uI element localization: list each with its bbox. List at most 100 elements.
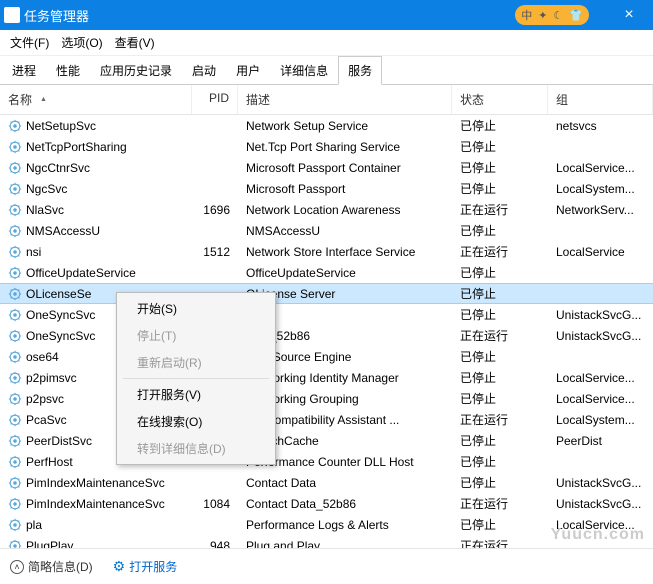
service-desc: Contact Data xyxy=(238,476,452,490)
service-row[interactable]: nsi1512Network Store Interface Service正在… xyxy=(0,241,653,262)
service-desc: OfficeUpdateService xyxy=(238,266,452,280)
service-group: PeerDist xyxy=(548,434,653,448)
window-title: 任务管理器 xyxy=(24,6,515,25)
service-group: LocalSystem... xyxy=(548,182,653,196)
service-row[interactable]: p2pimsvcNetworking Identity Manager已停止Lo… xyxy=(0,367,653,388)
service-icon xyxy=(8,371,22,385)
header-status[interactable]: 状态 xyxy=(452,85,548,114)
tabs: 进程 性能 应用历史记录 启动 用户 详细信息 服务 xyxy=(0,56,653,85)
menu-file[interactable]: 文件(F) xyxy=(6,32,53,53)
watermark: Yuucn.com xyxy=(551,526,645,544)
close-button[interactable]: × xyxy=(609,6,649,24)
ctx-open-services[interactable]: 打开服务(V) xyxy=(119,381,273,408)
service-icon xyxy=(8,455,22,469)
service-name: PeerDistSvc xyxy=(26,434,92,448)
service-icon xyxy=(8,392,22,406)
service-name: OneSyncSvc xyxy=(26,329,95,343)
service-group: LocalService xyxy=(548,245,653,259)
service-status: 已停止 xyxy=(452,348,548,365)
header-desc[interactable]: 描述 xyxy=(238,85,452,114)
fewer-details-link[interactable]: ˄ 简略信息(D) xyxy=(10,558,93,575)
service-desc: Net.Tcp Port Sharing Service xyxy=(238,140,452,154)
service-row[interactable]: OneSyncSvc主机已停止UnistackSvcG... xyxy=(0,304,653,325)
service-name: OneSyncSvc xyxy=(26,308,95,322)
service-desc: Network Location Awareness xyxy=(238,203,452,217)
service-icon xyxy=(8,266,22,280)
service-status: 已停止 xyxy=(452,453,548,470)
tab-startup[interactable]: 启动 xyxy=(182,56,226,85)
service-row[interactable]: OfficeUpdateServiceOfficeUpdateService已停… xyxy=(0,262,653,283)
service-desc: Performance Logs & Alerts xyxy=(238,518,452,532)
tab-performance[interactable]: 性能 xyxy=(46,56,90,85)
service-icon xyxy=(8,476,22,490)
service-row[interactable]: OneSyncSvc主机_52b86正在运行UnistackSvcG... xyxy=(0,325,653,346)
chevron-up-icon: ˄ xyxy=(10,560,24,574)
service-status: 已停止 xyxy=(452,180,548,197)
ctx-start[interactable]: 开始(S) xyxy=(119,295,273,322)
menubar: 文件(F) 选项(O) 查看(V) xyxy=(0,30,653,56)
service-status: 已停止 xyxy=(452,516,548,533)
service-desc: Microsoft Passport xyxy=(238,182,452,196)
service-row[interactable]: OLicenseSeOLicense Server已停止 xyxy=(0,283,653,304)
service-group: UnistackSvcG... xyxy=(548,476,653,490)
service-icon xyxy=(8,119,22,133)
tab-services[interactable]: 服务 xyxy=(338,56,382,85)
service-status: 已停止 xyxy=(452,117,548,134)
service-name: NlaSvc xyxy=(26,203,64,217)
menu-view[interactable]: 查看(V) xyxy=(111,32,159,53)
service-row[interactable]: NetSetupSvcNetwork Setup Service已停止netsv… xyxy=(0,115,653,136)
service-status: 已停止 xyxy=(452,390,548,407)
header-pid[interactable]: PID xyxy=(192,85,238,114)
service-row[interactable]: PimIndexMaintenanceSvc Contact Data已停止Uni… xyxy=(0,472,653,493)
service-pid: 1512 xyxy=(192,245,238,259)
service-icon xyxy=(8,203,22,217)
service-name: NgcSvc xyxy=(26,182,67,196)
header-name[interactable]: 名称▲ xyxy=(0,85,192,114)
service-row[interactable]: NgcCtnrSvcMicrosoft Passport Container已停… xyxy=(0,157,653,178)
service-name: NetTcpPortSharing xyxy=(26,140,127,154)
ctx-search-online[interactable]: 在线搜索(O) xyxy=(119,408,273,435)
service-row[interactable]: NgcSvc Microsoft Passport已停止LocalSystem..… xyxy=(0,178,653,199)
service-icon xyxy=(8,413,22,427)
service-name: PimIndexMaintenanceSvc xyxy=(26,497,165,511)
tab-details[interactable]: 详细信息 xyxy=(270,56,338,85)
service-row[interactable]: PimIndexMaintenanceSvc1084Contact Data_5… xyxy=(0,493,653,514)
service-group: UnistackSvcG... xyxy=(548,329,653,343)
header-group[interactable]: 组 xyxy=(548,85,653,114)
service-row[interactable]: PcaSvcam Compatibility Assistant ...正在运行… xyxy=(0,409,653,430)
service-row[interactable]: ose64e 64 Source Engine已停止 xyxy=(0,346,653,367)
service-name: NetSetupSvc xyxy=(26,119,96,133)
service-name: PcaSvc xyxy=(26,413,67,427)
service-icon xyxy=(8,161,22,175)
service-row[interactable]: p2psvcNetworking Grouping已停止LocalService… xyxy=(0,388,653,409)
tab-app-history[interactable]: 应用历史记录 xyxy=(90,56,182,85)
service-status: 已停止 xyxy=(452,474,548,491)
menu-options[interactable]: 选项(O) xyxy=(57,32,106,53)
service-row[interactable]: PeerDistSvcBranchCache已停止PeerDist xyxy=(0,430,653,451)
service-icon xyxy=(8,182,22,196)
service-group: LocalService... xyxy=(548,392,653,406)
service-icon xyxy=(8,308,22,322)
service-row[interactable]: NetTcpPortSharing Net.Tcp Port Sharing Se… xyxy=(0,136,653,157)
service-name: PimIndexMaintenanceSvc xyxy=(26,476,165,490)
service-row[interactable]: PerfHostPerformance Counter DLL Host已停止 xyxy=(0,451,653,472)
service-name: pla xyxy=(26,518,42,532)
gear-icon: ⚙ xyxy=(113,558,126,575)
tab-processes[interactable]: 进程 xyxy=(2,56,46,85)
service-status: 已停止 xyxy=(452,138,548,155)
tab-users[interactable]: 用户 xyxy=(226,56,270,85)
service-row[interactable]: NMSAccessUNMSAccessU已停止 xyxy=(0,220,653,241)
service-name: NgcCtnrSvc xyxy=(26,161,90,175)
service-icon xyxy=(8,350,22,364)
service-name: nsi xyxy=(26,245,41,259)
service-row[interactable]: NlaSvc1696Network Location Awareness正在运行… xyxy=(0,199,653,220)
service-list: NetSetupSvcNetwork Setup Service已停止netsv… xyxy=(0,115,653,556)
service-name: NMSAccessU xyxy=(26,224,100,238)
open-services-link[interactable]: ⚙ 打开服务 xyxy=(113,558,178,575)
service-group: LocalService... xyxy=(548,161,653,175)
ctx-goto-details: 转到详细信息(D) xyxy=(119,435,273,462)
service-group: UnistackSvcG... xyxy=(548,308,653,322)
ext-badge[interactable]: 中✦☾👕 xyxy=(515,5,589,25)
column-headers: 名称▲ PID 描述 状态 组 xyxy=(0,85,653,115)
service-status: 已停止 xyxy=(452,264,548,281)
